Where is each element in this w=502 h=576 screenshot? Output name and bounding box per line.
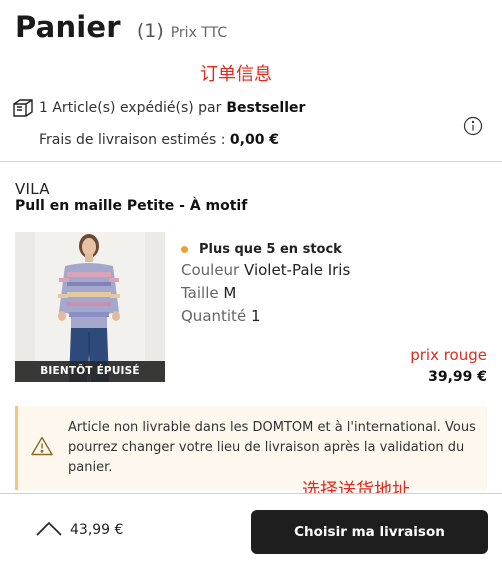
notice-text: Article non livrable dans les DOMTOM et … xyxy=(68,420,476,475)
stock-dot-icon xyxy=(181,246,188,253)
size-value: M xyxy=(223,284,237,302)
shipment-text: 1 Article(s) expédié(s) par xyxy=(39,100,222,116)
product-size: Taille M xyxy=(181,284,236,302)
divider xyxy=(0,161,502,162)
shipping-fees-label: Frais de livraison estimés : xyxy=(39,132,226,148)
product-quantity: Quantité 1 xyxy=(181,307,261,325)
price-note: Prix TTC xyxy=(170,25,228,41)
product-image[interactable]: BIENTÔT ÉPUISÉ xyxy=(15,232,165,382)
stock-status: Plus que 5 en stock xyxy=(181,242,342,257)
product-photo xyxy=(15,232,165,382)
chevron-up-icon[interactable] xyxy=(36,521,62,537)
choose-delivery-button[interactable]: Choisir ma livraison xyxy=(251,510,488,554)
page-title: Panier xyxy=(15,10,121,44)
shipping-fees-value: 0,00 € xyxy=(229,132,280,148)
soldout-badge: BIENTÔT ÉPUISÉ xyxy=(15,361,165,382)
cart-count: (1) xyxy=(136,20,164,42)
quantity-value: 1 xyxy=(250,307,261,325)
quantity-label: Quantité xyxy=(181,307,247,325)
shipping-fees: Frais de livraison estimés : 0,00 € xyxy=(39,132,279,148)
shipment-summary: 1 Article(s) expédié(s) par Bestseller xyxy=(11,96,305,120)
annotation-order-info: 订单信息 xyxy=(200,64,272,85)
color-label: Couleur xyxy=(181,261,240,279)
price-annotation: prix rouge xyxy=(410,346,487,364)
stock-text: Plus que 5 en stock xyxy=(199,242,342,257)
seller-name: Bestseller xyxy=(226,100,306,116)
color-value: Violet-Pale Iris xyxy=(244,261,351,279)
product-name[interactable]: Pull en maille Petite - À motif xyxy=(15,198,247,214)
checkout-bar: 43,99 € Choisir ma livraison xyxy=(0,493,502,576)
info-icon[interactable] xyxy=(463,116,483,136)
item-price: 39,99 € xyxy=(428,369,487,385)
product-color: Couleur Violet-Pale Iris xyxy=(181,261,350,279)
product-brand: VILA xyxy=(15,180,50,198)
package-icon xyxy=(13,99,33,117)
warning-icon xyxy=(31,436,53,456)
cart-header: Panier (1) Prix TTC xyxy=(15,10,227,44)
size-label: Taille xyxy=(181,284,219,302)
cart-total[interactable]: 43,99 € xyxy=(70,522,123,538)
delivery-notice: Article non livrable dans les DOMTOM et … xyxy=(15,406,487,490)
